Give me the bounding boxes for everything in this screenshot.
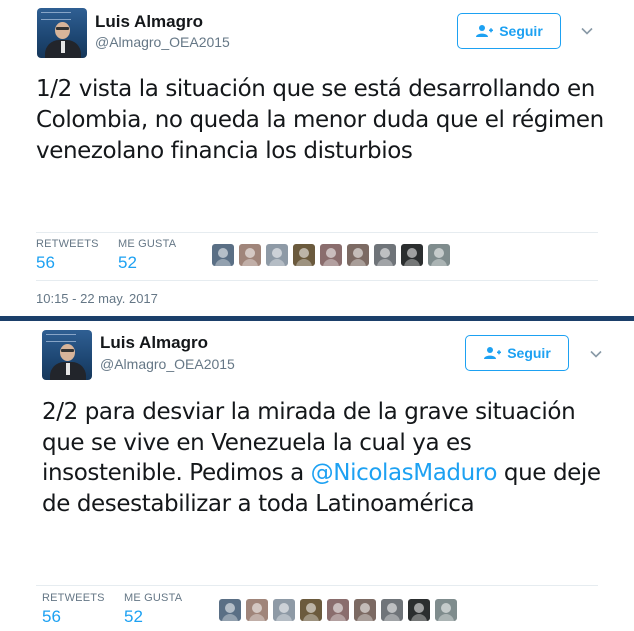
chevron-down-icon[interactable] bbox=[580, 24, 594, 38]
liker-avatar[interactable] bbox=[401, 244, 423, 266]
liker-avatar[interactable] bbox=[266, 244, 288, 266]
follow-button[interactable]: Seguir bbox=[457, 13, 561, 49]
retweets-label: RETWEETS bbox=[42, 592, 105, 604]
tweet-timestamp[interactable]: 10:15 - 22 may. 2017 bbox=[36, 291, 158, 306]
liker-avatar[interactable] bbox=[354, 599, 376, 621]
likes-stat[interactable]: ME GUSTA 52 bbox=[118, 238, 176, 273]
liker-avatar[interactable] bbox=[374, 244, 396, 266]
author-handle[interactable]: @Almagro_OEA2015 bbox=[95, 34, 230, 50]
liker-avatar[interactable] bbox=[239, 244, 261, 266]
likes-count: 52 bbox=[118, 253, 137, 272]
liker-avatar[interactable] bbox=[320, 244, 342, 266]
liker-avatar[interactable] bbox=[428, 244, 450, 266]
divider bbox=[36, 232, 598, 233]
liker-avatars bbox=[219, 599, 457, 621]
tweet-card: Luis Almagro @Almagro_OEA2015 Seguir 1/2… bbox=[0, 0, 634, 316]
follow-button[interactable]: Seguir bbox=[465, 335, 569, 371]
mention-link[interactable]: @NicolasMaduro bbox=[311, 460, 498, 486]
person-plus-icon bbox=[476, 25, 494, 37]
liker-avatar[interactable] bbox=[273, 599, 295, 621]
liker-avatar[interactable] bbox=[219, 599, 241, 621]
avatar[interactable] bbox=[42, 330, 92, 380]
divider bbox=[36, 280, 598, 281]
likes-label: ME GUSTA bbox=[124, 592, 183, 604]
liker-avatar[interactable] bbox=[347, 244, 369, 266]
retweets-stat[interactable]: RETWEETS 56 bbox=[42, 592, 105, 627]
liker-avatar[interactable] bbox=[435, 599, 457, 621]
author-name[interactable]: Luis Almagro bbox=[100, 333, 208, 353]
liker-avatar[interactable] bbox=[212, 244, 234, 266]
likes-count: 52 bbox=[124, 607, 143, 626]
author-handle[interactable]: @Almagro_OEA2015 bbox=[100, 356, 235, 372]
avatar[interactable] bbox=[37, 8, 87, 58]
liker-avatars bbox=[212, 244, 450, 266]
liker-avatar[interactable] bbox=[408, 599, 430, 621]
likes-label: ME GUSTA bbox=[118, 238, 177, 250]
tweet-text: 1/2 vista la situación que se está desar… bbox=[36, 76, 604, 164]
liker-avatar[interactable] bbox=[300, 599, 322, 621]
liker-avatar[interactable] bbox=[246, 599, 268, 621]
follow-label: Seguir bbox=[499, 23, 543, 39]
retweets-stat[interactable]: RETWEETS 56 bbox=[36, 238, 99, 273]
divider bbox=[36, 585, 598, 586]
tweet-card: Luis Almagro @Almagro_OEA2015 Seguir 2/2… bbox=[0, 321, 634, 631]
liker-avatar[interactable] bbox=[381, 599, 403, 621]
liker-avatar[interactable] bbox=[327, 599, 349, 621]
person-plus-icon bbox=[484, 347, 502, 359]
retweets-label: RETWEETS bbox=[36, 238, 99, 250]
follow-label: Seguir bbox=[507, 345, 551, 361]
chevron-down-icon[interactable] bbox=[589, 347, 603, 361]
retweets-count: 56 bbox=[42, 607, 61, 626]
author-name[interactable]: Luis Almagro bbox=[95, 12, 203, 32]
likes-stat[interactable]: ME GUSTA 52 bbox=[124, 592, 182, 627]
tweet-text: 2/2 para desviar la mirada de la grave s… bbox=[42, 397, 604, 519]
retweets-count: 56 bbox=[36, 253, 55, 272]
liker-avatar[interactable] bbox=[293, 244, 315, 266]
